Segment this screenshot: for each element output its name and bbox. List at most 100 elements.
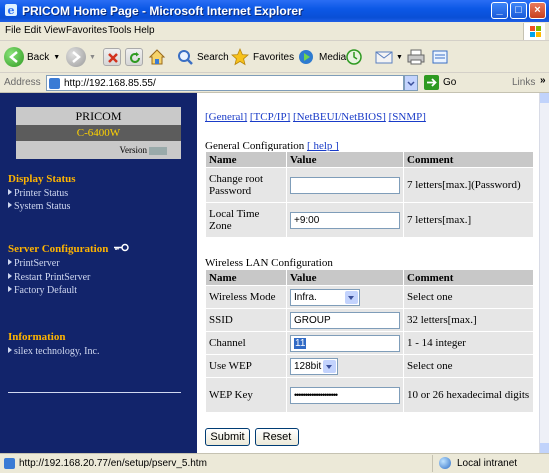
row-name: Channel [206,332,286,354]
back-button[interactable]: Back ▼ [4,46,60,68]
forward-arrow-icon [66,47,86,67]
print-button[interactable] [406,46,426,68]
wep-key-input[interactable]: •••••••••••••••••••• [290,386,400,404]
row-name: Use WEP [206,355,286,377]
address-input[interactable]: http://192.168.85.55/ [46,75,404,91]
channel-input[interactable]: 11 [290,334,400,352]
page-icon [49,78,60,89]
time-zone-input[interactable]: +9:00 [290,211,400,229]
arrow-right-icon [8,259,12,265]
go-label: Go [443,77,457,88]
row-name: Change root Password [206,168,286,202]
information-heading: Information [8,331,66,343]
sidebar-divider [8,392,181,393]
address-label: Address [4,77,41,88]
row-name: SSID [206,309,286,331]
reset-button[interactable]: Reset [255,428,299,446]
ssid-input[interactable]: GROUP [290,311,400,329]
version-label: Version [119,145,148,155]
arrow-right-icon [8,202,12,208]
submit-button[interactable]: Submit [205,428,250,446]
table-row: Wireless Mode Infra. Select one [206,286,533,308]
address-dropdown-button[interactable] [404,75,418,91]
use-wep-select[interactable]: 128bit [290,357,338,375]
toolbar: Back ▼ ▼ Search Favorites Media ▼ [0,41,549,73]
favorites-button[interactable]: Favorites [230,46,294,68]
version-value-redacted [149,146,167,155]
sidebar-item-printserver[interactable]: PrintServer [8,258,60,269]
arrow-right-icon [8,273,12,279]
maximize-button[interactable]: □ [510,2,527,19]
row-comment: 1 - 14 integer [404,332,533,354]
column-header-name: Name [206,270,286,285]
back-arrow-icon [4,47,24,67]
table-row: Use WEP 128bit Select one [206,355,533,377]
star-icon [231,47,249,66]
sidebar-item-factory-default[interactable]: Factory Default [8,285,77,296]
config-tabs: [General] [TCP/IP] [NetBEUI/NetBIOS] [SN… [205,111,426,123]
forward-button[interactable]: ▼ [66,46,96,68]
favorites-label: Favorites [253,51,295,63]
svg-text:e: e [8,4,15,17]
tab-general[interactable]: [General] [205,111,247,123]
menu-tools[interactable]: Tools [108,25,131,36]
history-button[interactable] [344,46,364,68]
media-button[interactable]: Media [296,46,346,68]
mail-button[interactable]: ▼ [374,46,403,68]
go-arrow-icon [424,75,439,90]
arrow-right-icon [8,347,12,353]
status-bar: http://192.168.20.77/en/setup/pserv_5.ht… [0,453,549,473]
sidebar: PRICOM C-6400W Version Display Status Pr… [0,93,197,453]
scroll-up-icon[interactable] [540,93,549,103]
wireless-mode-select[interactable]: Infra. [290,288,360,306]
search-icon [178,50,193,65]
menu-favorites[interactable]: Favorites [66,25,107,36]
row-comment: Select one [404,286,533,308]
refresh-button[interactable] [125,46,143,68]
row-name: WEP Key [206,378,286,412]
root-password-input[interactable] [290,176,400,194]
column-header-comment: Comment [404,270,533,285]
page-icon [4,458,15,469]
stop-button[interactable] [103,46,121,68]
sidebar-item-system-status[interactable]: System Status [8,201,70,212]
row-comment: 32 letters[max.] [404,309,533,331]
menu-file[interactable]: File [5,25,21,36]
home-button[interactable] [147,46,167,68]
sidebar-item-restart-printserver[interactable]: Restart PrintServer [8,272,90,283]
address-url: http://192.168.85.55/ [64,78,156,89]
home-icon [148,49,166,65]
chevron-down-icon [407,81,415,87]
menu-help[interactable]: Help [134,25,155,36]
links-more-icon[interactable]: » [540,75,546,86]
search-button[interactable]: Search [176,46,229,68]
menu-view[interactable]: View [44,25,66,36]
key-icon [114,243,129,252]
edit-button[interactable] [430,46,450,68]
links-button[interactable]: Links [512,77,535,88]
minimize-button[interactable]: _ [491,2,508,19]
tab-tcpip[interactable]: [TCP/IP] [250,111,290,123]
sidebar-item-silex[interactable]: silex technology, Inc. [8,346,99,357]
arrow-right-icon [8,189,12,195]
intranet-globe-icon [439,457,451,469]
mail-icon [375,51,393,64]
column-header-value: Value [287,152,403,167]
mail-dropdown-icon: ▼ [396,53,403,61]
row-comment: 7 letters[max.](Password) [404,168,533,202]
column-header-value: Value [287,270,403,285]
tab-netbeui[interactable]: [NetBEUI/NetBIOS] [293,111,386,123]
scroll-down-icon[interactable] [540,443,549,453]
menu-bar: File Edit View Favorites Tools Help [0,22,549,41]
tab-snmp[interactable]: [SNMP] [389,111,426,123]
media-label: Media [319,51,347,63]
window-title: PRICOM Home Page - Microsoft Internet Ex… [22,4,303,18]
sidebar-item-printer-status[interactable]: Printer Status [8,188,68,199]
menu-edit[interactable]: Edit [24,25,41,36]
server-configuration-heading: Server Configuration [8,243,129,255]
table-row: Channel 11 1 - 14 integer [206,332,533,354]
table-row: WEP Key •••••••••••••••••••• 10 or 26 he… [206,378,533,412]
close-button[interactable]: × [529,2,546,19]
row-name: Local Time Zone [206,203,286,237]
vertical-scrollbar[interactable] [539,93,549,453]
